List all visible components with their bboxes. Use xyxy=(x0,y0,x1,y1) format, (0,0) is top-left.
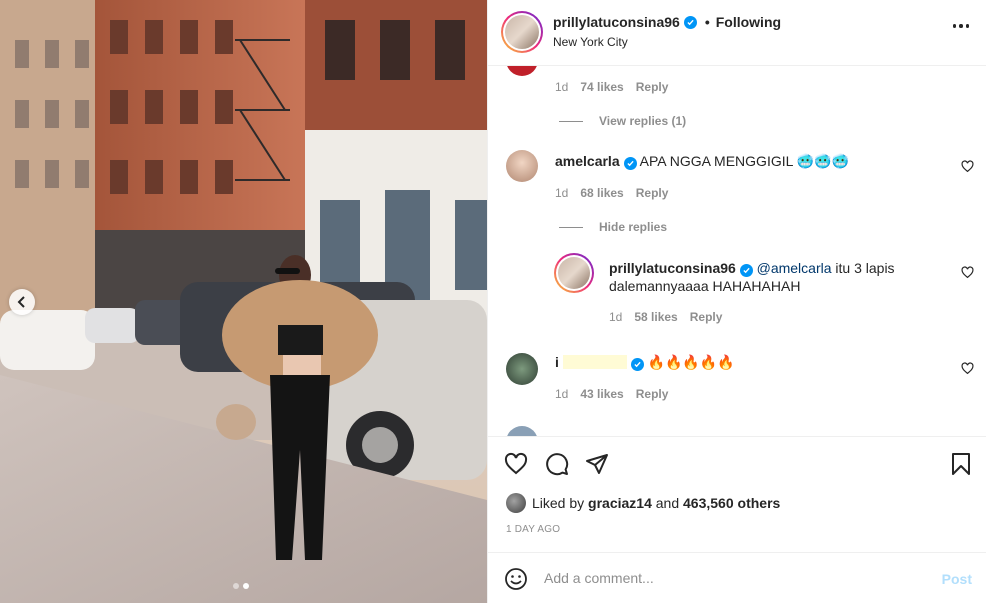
author-username[interactable]: prillylatuconsina96 xyxy=(553,14,680,30)
add-comment-bar: Post xyxy=(488,552,986,603)
reply-time: 1d xyxy=(609,310,623,324)
comment-likes[interactable]: 68 likes xyxy=(580,186,623,200)
likes-count[interactable]: 463,560 others xyxy=(683,495,780,511)
comment-likes[interactable]: 43 likes xyxy=(580,387,623,401)
verified-icon xyxy=(630,358,644,371)
likes-prefix: Liked by xyxy=(532,495,589,511)
author-name-row: prillylatuconsina96 • Following xyxy=(553,14,781,30)
comment-avatar[interactable] xyxy=(506,353,538,385)
comment-input[interactable] xyxy=(544,567,924,589)
reply-meta: 1d 58 likes Reply xyxy=(609,310,722,324)
comment-avatar[interactable] xyxy=(506,426,538,436)
comment-time: 1d xyxy=(555,387,569,401)
likes-summary: Liked by graciaz14 and 463,560 others xyxy=(506,493,780,513)
comment-time: 1d xyxy=(555,186,569,200)
view-replies-button[interactable]: View replies (1) xyxy=(559,114,686,128)
comment-text: i 🔥🔥🔥🔥🔥 xyxy=(555,353,735,371)
redacted-username xyxy=(562,355,627,369)
post-photo[interactable] xyxy=(0,0,487,603)
hide-replies-button[interactable]: Hide replies xyxy=(559,220,667,234)
author-avatar[interactable] xyxy=(501,11,543,53)
reply-body-line1: itu 3 lapis xyxy=(831,260,895,276)
heart-icon[interactable] xyxy=(504,452,528,476)
heart-icon[interactable] xyxy=(961,266,974,279)
carousel-prev-button[interactable] xyxy=(9,289,35,315)
comment-time: 1d xyxy=(555,80,569,94)
post-header: prillylatuconsina96 • Following New York… xyxy=(488,0,986,66)
comments-list[interactable]: 1d 74 likes Reply View replies (1) amelc… xyxy=(488,66,986,436)
likes-middle: and xyxy=(651,495,684,511)
verified-icon xyxy=(623,157,637,170)
comment-icon[interactable] xyxy=(545,452,569,476)
post-timestamp[interactable]: 1 DAY AGO xyxy=(506,524,560,535)
comment-meta: 1d 43 likes Reply xyxy=(555,387,668,401)
replies-toggle-label: Hide replies xyxy=(599,220,668,234)
comment-avatar[interactable] xyxy=(506,66,538,76)
liker-avatar[interactable] xyxy=(506,493,526,513)
carousel-dot-active xyxy=(243,583,249,589)
post-comment-button[interactable]: Post xyxy=(942,571,972,587)
chevron-left-icon xyxy=(17,296,25,308)
comment-meta: 1d 68 likes Reply xyxy=(555,186,668,200)
carousel-indicator xyxy=(233,583,249,589)
comment-reply-button[interactable]: Reply xyxy=(636,186,669,200)
heart-icon[interactable] xyxy=(961,362,974,375)
reply-username[interactable]: prillylatuconsina96 xyxy=(609,260,736,276)
share-icon[interactable] xyxy=(585,452,609,476)
post-location[interactable]: New York City xyxy=(553,35,628,49)
more-options-icon[interactable] xyxy=(952,24,969,28)
comment-reply-button[interactable]: Reply xyxy=(636,80,669,94)
street-photo-illustration xyxy=(0,0,487,603)
reply-text: prillylatuconsina96 @amelcarla itu 3 lap… xyxy=(609,259,909,295)
reply-body-line2: dalemannyaaaa HAHAHAHAH xyxy=(609,278,801,294)
reply-likes[interactable]: 58 likes xyxy=(634,310,677,324)
verified-icon xyxy=(739,264,753,277)
comment-likes[interactable]: 74 likes xyxy=(580,80,623,94)
comment-meta: 1d 74 likes Reply xyxy=(555,80,668,94)
comment-body: APA NGGA MENGGIGIL 🥶🥶🥶 xyxy=(639,153,850,169)
comment-avatar[interactable] xyxy=(506,150,538,182)
comment-body: 🔥🔥🔥🔥🔥 xyxy=(647,354,735,370)
comment-username[interactable]: amelcarla xyxy=(555,153,620,169)
emoji-icon[interactable] xyxy=(504,567,528,591)
header-separator: • xyxy=(704,14,710,30)
carousel-dot xyxy=(233,583,239,589)
comment-text: amelcarla APA NGGA MENGGIGIL 🥶🥶🥶 xyxy=(555,152,849,170)
post-detail-panel: prillylatuconsina96 • Following New York… xyxy=(487,0,986,603)
heart-icon[interactable] xyxy=(961,160,974,173)
reply-reply-button[interactable]: Reply xyxy=(690,310,723,324)
comment-username[interactable]: i xyxy=(555,354,559,370)
bookmark-icon[interactable] xyxy=(950,452,972,476)
liker-username[interactable]: graciaz14 xyxy=(588,495,652,511)
comment-reply-button[interactable]: Reply xyxy=(636,387,669,401)
following-button[interactable]: Following xyxy=(716,14,781,30)
verified-icon xyxy=(683,15,697,29)
reply-mention[interactable]: @amelcarla xyxy=(757,260,832,276)
replies-toggle-label: View replies (1) xyxy=(599,114,687,128)
reply-avatar[interactable] xyxy=(554,253,594,293)
